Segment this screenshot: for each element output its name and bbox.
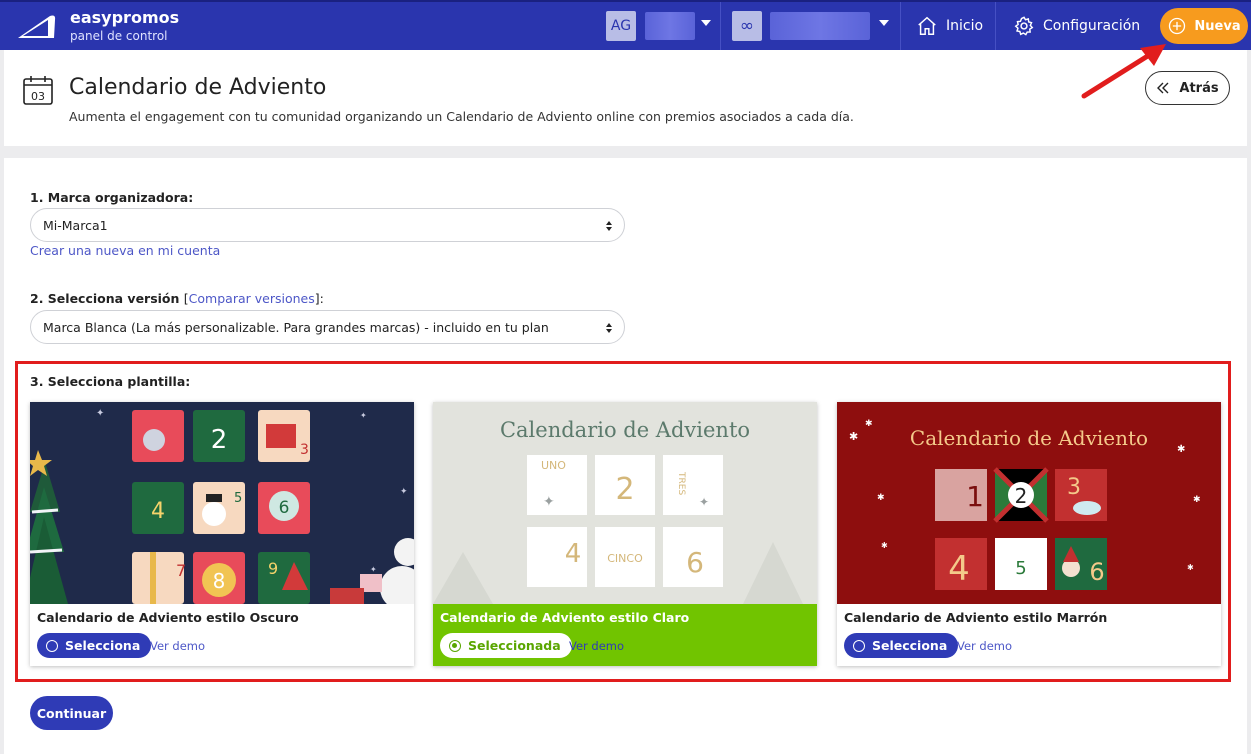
user-menu-chevron-down-icon[interactable] (701, 20, 711, 26)
page-description: Aumenta el engagement con tu comunidad o… (69, 109, 854, 124)
compare-versions-link[interactable]: Comparar versiones (189, 291, 315, 306)
top-navigation-bar: easypromos panel de control AG ∞ Inicio … (0, 0, 1251, 50)
nav-settings-label: Configuración (1043, 18, 1141, 34)
gear-icon (1014, 16, 1034, 36)
organization-menu-chevron-down-icon[interactable] (879, 20, 889, 26)
easypromos-logo-icon[interactable] (14, 12, 58, 40)
nav-home-label: Inicio (946, 18, 984, 34)
annotation-highlight-box (15, 361, 1231, 682)
version-field-label-text: 2. Selecciona versión (30, 291, 180, 306)
compare-bracket-close: ]: (314, 291, 324, 306)
select-arrows-icon (606, 219, 614, 233)
organization-avatar[interactable]: ∞ (732, 11, 762, 41)
user-name-redacted[interactable] (645, 12, 695, 40)
organization-name-redacted[interactable] (770, 12, 870, 40)
create-brand-link[interactable]: Crear una nueva en mi cuenta (30, 243, 220, 258)
brand-subtitle: panel de control (70, 29, 168, 43)
version-select-value: Marca Blanca (La más personalizable. Par… (43, 319, 549, 335)
new-promotion-button[interactable]: Nueva (1160, 8, 1248, 44)
nav-divider (995, 2, 996, 50)
home-icon (918, 16, 936, 35)
calendar-icon-day: 03 (31, 90, 45, 103)
version-select[interactable]: Marca Blanca (La más personalizable. Par… (30, 310, 625, 344)
calendar-icon: 03 (23, 76, 53, 105)
user-avatar[interactable]: AG (606, 11, 636, 41)
new-promotion-label: Nueva (1194, 18, 1241, 34)
page-title: Calendario de Adviento (69, 75, 327, 100)
nav-divider (900, 2, 901, 50)
page-header: 03 Calendario de Adviento Aumenta el eng… (4, 50, 1247, 146)
continue-button[interactable]: Continuar (30, 696, 113, 730)
version-field-label: 2. Selecciona versión [Comparar versione… (30, 291, 324, 306)
select-arrows-icon (606, 321, 614, 335)
brand-select[interactable]: Mi-Marca1 (30, 208, 625, 242)
brand-name: easypromos (70, 8, 180, 27)
nav-home[interactable]: Inicio (916, 2, 983, 50)
back-button-label: Atrás (1179, 80, 1219, 96)
nav-divider (720, 2, 721, 50)
plus-circle-icon (1169, 17, 1186, 35)
annotation-arrow-icon (1081, 44, 1166, 99)
brand-select-value: Mi-Marca1 (43, 217, 108, 233)
brand-field-label: 1. Marca organizadora: (30, 190, 194, 205)
